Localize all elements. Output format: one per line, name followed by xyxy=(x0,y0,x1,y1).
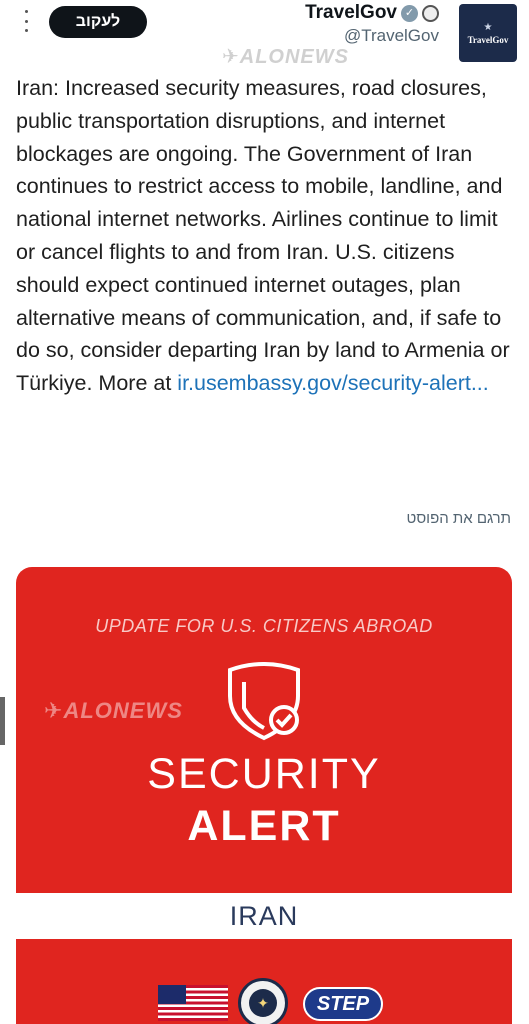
security-title: SECURITY xyxy=(147,750,381,798)
shield-check-icon xyxy=(228,662,300,741)
tweet-body: Iran: Increased security measures, road … xyxy=(16,72,516,400)
card-watermark-text: ALONEWS xyxy=(63,698,183,723)
avatar[interactable]: ★ TravelGov xyxy=(459,4,517,62)
tweet-link[interactable]: ir.usembassy.gov/security-alert... xyxy=(177,371,488,395)
user-handle: @TravelGov xyxy=(343,26,439,45)
tweet-text: Iran: Increased security measures, road … xyxy=(16,76,510,396)
step-logo: STEP xyxy=(303,987,383,1021)
state-dept-seal-icon: ✦ xyxy=(238,978,288,1024)
alert-title: ALERT xyxy=(187,802,341,850)
watermark-mid: ✈ALONEWS xyxy=(44,698,183,724)
watermark-text: ALONEWS xyxy=(239,46,349,68)
affiliate-badge-icon xyxy=(422,4,439,22)
country-name: IRAN xyxy=(229,900,299,931)
avatar-label: TravelGov xyxy=(467,34,509,45)
plane-icon: ✈ xyxy=(222,46,240,68)
plane-icon: ✈ xyxy=(44,698,64,723)
user-info[interactable]: TravelGov ✓ @TravelGov xyxy=(305,2,439,46)
media-card[interactable]: UPDATE FOR U.S. CITIZENS ABROAD ✈ALONEWS… xyxy=(16,567,512,1024)
country-bar: IRAN xyxy=(16,893,512,939)
card-subtitle: UPDATE FOR U.S. CITIZENS ABROAD xyxy=(95,616,433,636)
follow-button[interactable]: לעקוב xyxy=(49,6,147,38)
display-name[interactable]: TravelGov ✓ xyxy=(305,2,439,24)
avatar-star-icon: ★ xyxy=(483,21,493,33)
translate-post-link[interactable]: תרגם את הפוסט xyxy=(407,510,511,527)
verified-badge-icon: ✓ xyxy=(401,4,418,22)
scroll-indicator[interactable] xyxy=(0,697,5,745)
more-options-icon[interactable] xyxy=(22,10,30,32)
watermark-top: ✈ALONEWS xyxy=(222,44,349,69)
seal-glyph: ✦ xyxy=(249,989,277,1017)
display-name-text: TravelGov xyxy=(305,2,397,23)
us-flag-icon xyxy=(158,985,228,1021)
